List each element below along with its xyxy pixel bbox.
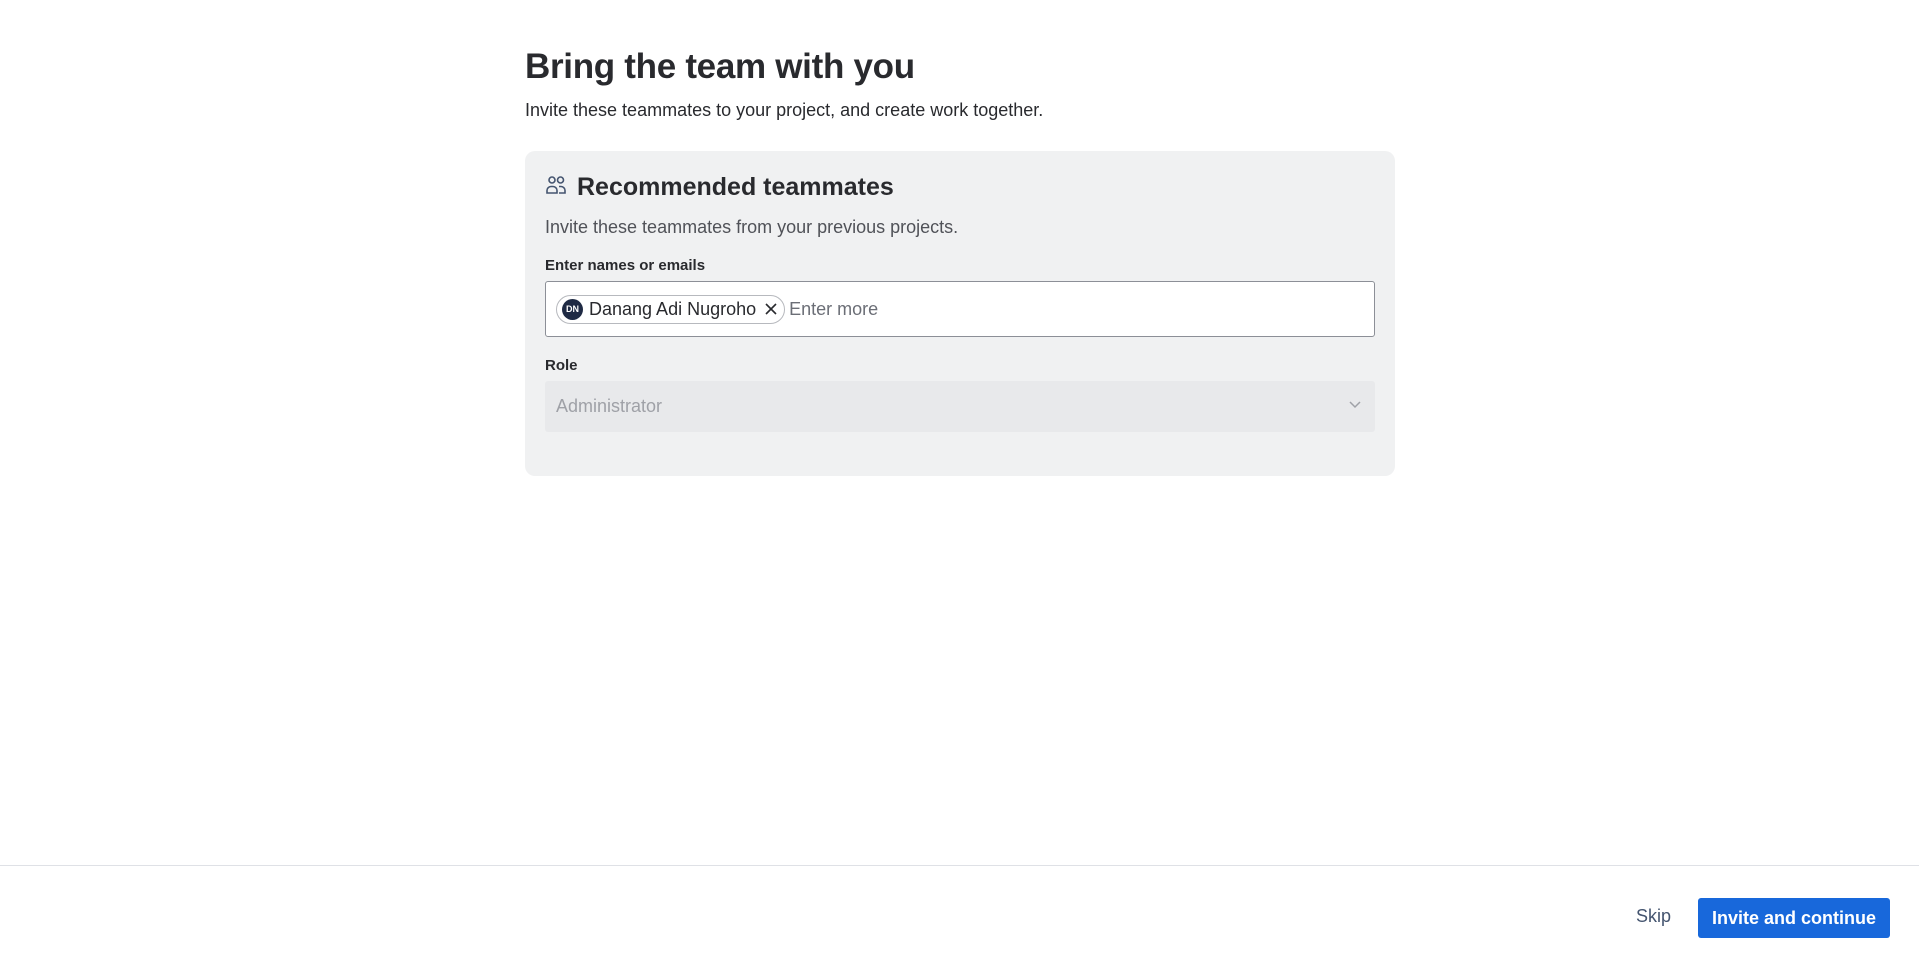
teammate-chip: DN Danang Adi Nugroho: [556, 294, 786, 324]
chevron-down-icon: [1347, 396, 1363, 417]
footer-bar: Skip Invite and continue: [0, 865, 1919, 962]
skip-button[interactable]: Skip: [1622, 896, 1685, 936]
recommended-teammates-card: Recommended teammates Invite these teamm…: [525, 151, 1395, 476]
invite-page: Bring the team with you Invite these tea…: [0, 0, 1919, 962]
chip-name: Danang Adi Nugroho: [589, 298, 757, 319]
card-title: Recommended teammates: [577, 172, 894, 201]
names-field-label: Enter names or emails: [545, 257, 706, 274]
names-emails-input[interactable]: DN Danang Adi Nugroho: [545, 281, 1375, 337]
page-subtitle: Invite these teammates to your project, …: [525, 100, 1044, 120]
card-header: Recommended teammates: [545, 171, 1375, 203]
avatar: DN: [562, 298, 583, 320]
enter-more-input[interactable]: [789, 294, 1364, 324]
role-selected-value: Administrator: [556, 396, 663, 416]
page-title: Bring the team with you: [525, 47, 915, 86]
role-select[interactable]: Administrator: [545, 381, 1375, 432]
close-icon[interactable]: [762, 300, 780, 318]
people-icon: [545, 174, 567, 201]
role-field-label: Role: [545, 357, 578, 374]
main-content: Bring the team with you Invite these tea…: [525, 44, 1395, 476]
invite-and-continue-button[interactable]: Invite and continue: [1698, 898, 1890, 938]
card-description: Invite these teammates from your previou…: [545, 217, 959, 237]
